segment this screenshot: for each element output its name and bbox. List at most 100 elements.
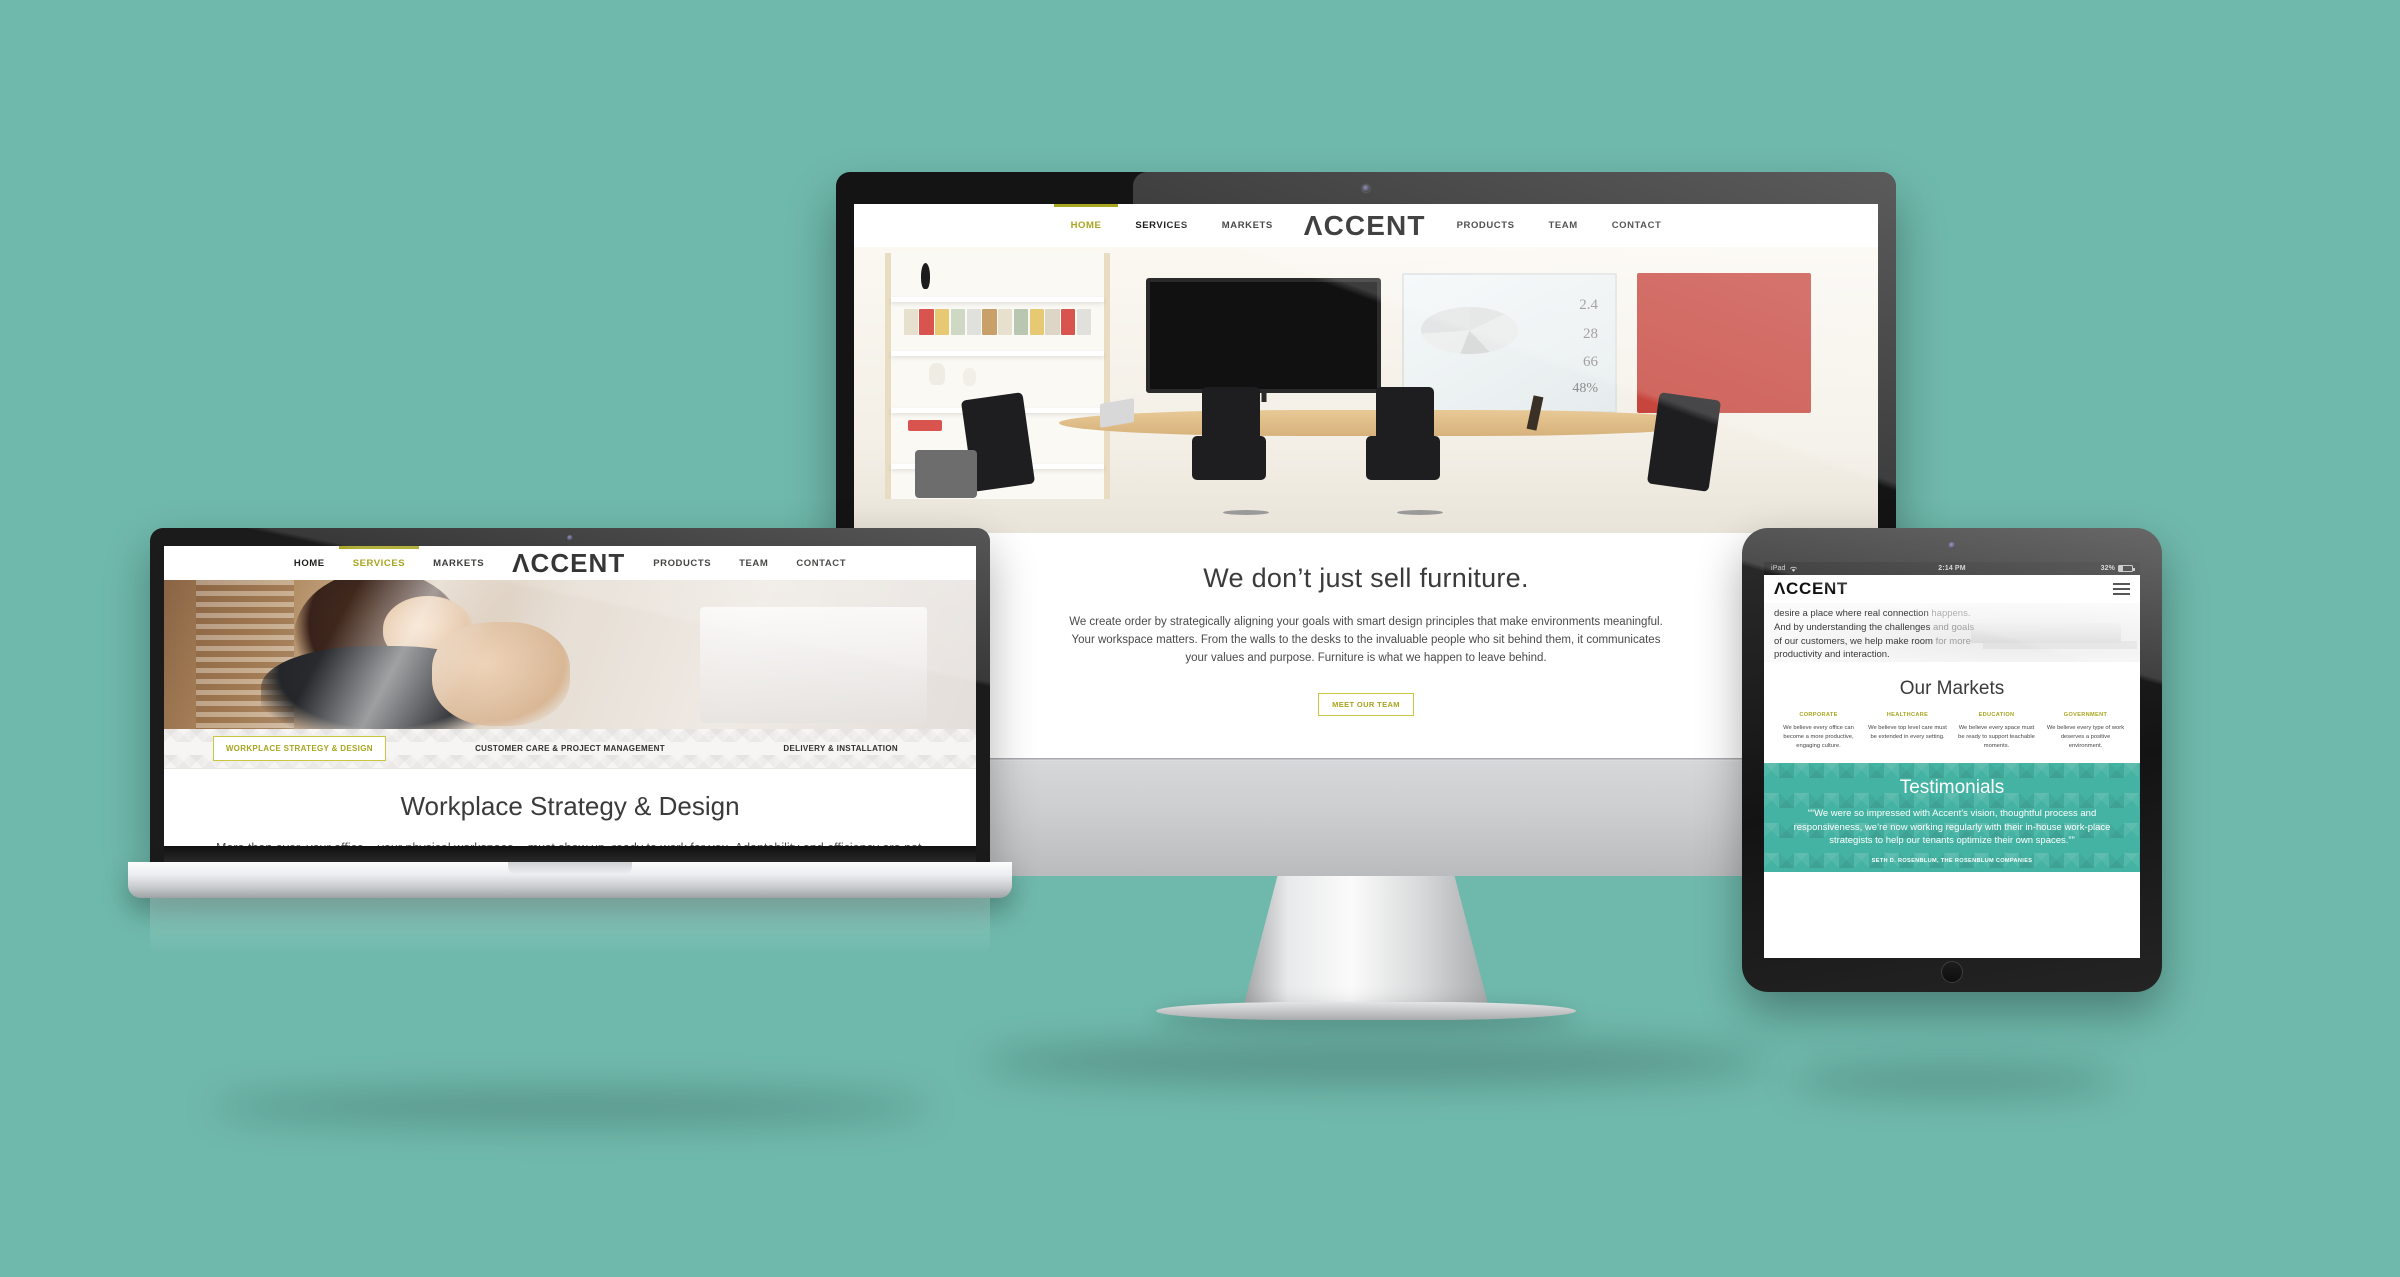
whiteboard-value-4: 48% — [1572, 380, 1598, 396]
intro-line1-strong: desire a place where real connection — [1774, 608, 1929, 619]
ipad-shadow — [1790, 1065, 2120, 1095]
market-text: We believe top level care must be extend… — [1868, 725, 1947, 741]
imac-shadow — [980, 1040, 1770, 1084]
bird-sculpture — [920, 262, 930, 289]
nav-label-team: TEAM — [1548, 220, 1578, 231]
macbook-shadow — [210, 1090, 930, 1124]
market-title: EDUCATION — [1978, 712, 2015, 719]
status-battery-group: 32% — [2100, 565, 2135, 572]
nav-label-services: SERVICES — [339, 558, 419, 569]
nav-label-home: HOME — [1054, 220, 1119, 231]
nav-item-products[interactable]: PRODUCTS — [639, 546, 725, 580]
testimonial-author: SETH D. ROSENBLUM, THE ROSENBLUM COMPANI… — [1871, 858, 2033, 865]
market-text: We believe every space must be ready to … — [1958, 725, 2035, 750]
tab-delivery-installation[interactable]: DELIVERY & INSTALLATION — [705, 744, 976, 753]
ipad-screen: iPad 2:14 PM 32% Λ CCENT desire a place … — [1764, 562, 2140, 958]
tab-workplace-strategy-design[interactable]: WORKPLACE STRATEGY & DESIGN — [164, 736, 435, 761]
whiteboard: 2.4 28 66 48% — [1401, 272, 1617, 413]
market-title: HEALTHCARE — [1886, 712, 1929, 719]
desktop-intro-section: We don’t just sell furniture. We create … — [854, 533, 1878, 717]
nav-label-contact: CONTACT — [1611, 220, 1662, 231]
website-desktop-view: HOME SERVICES MARKETS Λ CCENT PRODUCTS T… — [854, 204, 1878, 758]
intro-line2-strong: And by understanding the challenges — [1774, 621, 1931, 633]
brand-logo[interactable]: Λ CCENT — [1304, 210, 1426, 242]
office-chair — [1202, 387, 1261, 442]
office-chair — [1376, 387, 1435, 442]
market-column-corporate: CORPORATE We believe every office can be… — [1774, 712, 1863, 751]
imac-neck — [1243, 876, 1489, 1008]
logo-lambda-a-icon: Λ — [512, 547, 531, 578]
nav-item-contact[interactable]: CONTACT — [782, 546, 860, 580]
macbook-screen: HOME SERVICES MARKETS Λ CCENT PRODUCTS T… — [164, 546, 976, 846]
status-battery-percent: 32% — [2100, 565, 2115, 572]
laptop-navbar: HOME SERVICES MARKETS Λ CCENT PRODUCTS T… — [164, 546, 976, 580]
conference-room-photo: 2.4 28 66 48% — [854, 247, 1878, 533]
imac-stand-assembly — [836, 758, 1896, 1020]
market-text: We believe every type of work deserves a… — [2046, 725, 2125, 750]
imac-foot — [1156, 1002, 1576, 1020]
ipad-camera-icon — [1948, 542, 1956, 549]
woman-at-desk-photo — [164, 580, 976, 729]
nav-item-products[interactable]: PRODUCTS — [1440, 204, 1532, 247]
nav-item-services[interactable]: SERVICES — [339, 546, 419, 580]
tab-label: DELIVERY & INSTALLATION — [783, 744, 898, 753]
tablet-header: Λ CCENT — [1764, 575, 2140, 603]
testimonials-section: Testimonials “We were so impressed with … — [1764, 763, 2140, 872]
nav-item-home[interactable]: HOME — [1054, 204, 1119, 247]
desktop-heading: We don’t just sell furniture. — [1203, 563, 1529, 593]
macbook-lid: HOME SERVICES MARKETS Λ CCENT PRODUCTS T… — [150, 528, 990, 862]
whiteboard-value-1: 2.4 — [1579, 296, 1598, 313]
markets-columns: CORPORATE We believe every office can be… — [1764, 712, 2140, 751]
office-chair — [1366, 435, 1440, 480]
nav-label-services: SERVICES — [1135, 220, 1188, 231]
status-carrier: iPad — [1771, 565, 1786, 572]
brand-logo[interactable]: Λ CCENT — [512, 548, 625, 579]
ipad-home-button[interactable] — [1941, 961, 1963, 983]
market-title: GOVERNMENT — [2063, 712, 2108, 719]
desktop-navbar: HOME SERVICES MARKETS Λ CCENT PRODUCTS T… — [854, 204, 1878, 247]
brand-logo[interactable]: Λ CCENT — [1774, 579, 1848, 599]
tab-label: CUSTOMER CARE & PROJECT MANAGEMENT — [475, 744, 665, 753]
desktop-device-imac: HOME SERVICES MARKETS Λ CCENT PRODUCTS T… — [836, 172, 1896, 1020]
responsive-devices-mockup: HOME SERVICES MARKETS Λ CCENT PRODUCTS T… — [0, 0, 2400, 1277]
ios-status-bar: iPad 2:14 PM 32% — [1764, 562, 2140, 575]
office-chair — [1646, 391, 1721, 492]
intro-line2-fade: and goals — [1930, 621, 1975, 633]
market-column-government: GOVERNMENT We believe every type of work… — [2041, 712, 2130, 751]
macbook-base — [128, 862, 1012, 954]
testimonial-quote: “We were so impressed with Accent’s visi… — [1793, 808, 2111, 846]
intro-line3-fade: for more — [1932, 635, 1971, 647]
meet-our-team-button[interactable]: MEET OUR TEAM — [1318, 693, 1414, 717]
logo-text: CCENT — [1786, 579, 1848, 598]
macbook-opening-notch — [508, 862, 632, 875]
nav-item-contact[interactable]: CONTACT — [1595, 204, 1679, 247]
nav-label-home: HOME — [293, 557, 325, 569]
nav-item-services[interactable]: SERVICES — [1118, 204, 1204, 247]
hamburger-menu-icon[interactable] — [2113, 583, 2130, 595]
laptop-heading: Workplace Strategy & Design — [400, 791, 740, 821]
market-text: We believe every office can become a mor… — [1783, 725, 1854, 750]
status-time: 2:14 PM — [1938, 565, 1966, 572]
nav-item-home[interactable]: HOME — [280, 546, 339, 580]
nav-item-team[interactable]: TEAM — [1531, 204, 1594, 247]
nav-label-markets: MARKETS — [1221, 220, 1273, 231]
market-column-healthcare: HEALTHCARE We believe top level care mus… — [1863, 712, 1952, 751]
markets-heading: Our Markets — [1899, 678, 2005, 700]
nav-label-products: PRODUCTS — [1456, 220, 1515, 231]
nav-label-products: PRODUCTS — [653, 557, 712, 569]
logo-text: CCENT — [1323, 209, 1426, 241]
nav-item-team[interactable]: TEAM — [725, 546, 782, 580]
nav-item-markets[interactable]: MARKETS — [1205, 204, 1290, 247]
macbook-camera-icon — [567, 535, 573, 541]
nav-item-markets[interactable]: MARKETS — [419, 546, 498, 580]
tab-label: WORKPLACE STRATEGY & DESIGN — [212, 736, 386, 761]
nav-label-markets: MARKETS — [433, 557, 485, 569]
logo-lambda-a-icon: Λ — [1303, 209, 1324, 241]
macbook-hinge — [164, 846, 976, 862]
nav-label-contact: CONTACT — [796, 557, 847, 569]
intro-line1-fade: happens. — [1928, 608, 1971, 619]
desktop-paragraph: We create order by strategically alignin… — [1069, 616, 1663, 664]
services-tab-strip: WORKPLACE STRATEGY & DESIGN CUSTOMER CAR… — [164, 729, 976, 769]
imac-camera-icon — [1362, 185, 1370, 192]
tab-customer-care-project-management[interactable]: CUSTOMER CARE & PROJECT MANAGEMENT — [435, 744, 706, 753]
